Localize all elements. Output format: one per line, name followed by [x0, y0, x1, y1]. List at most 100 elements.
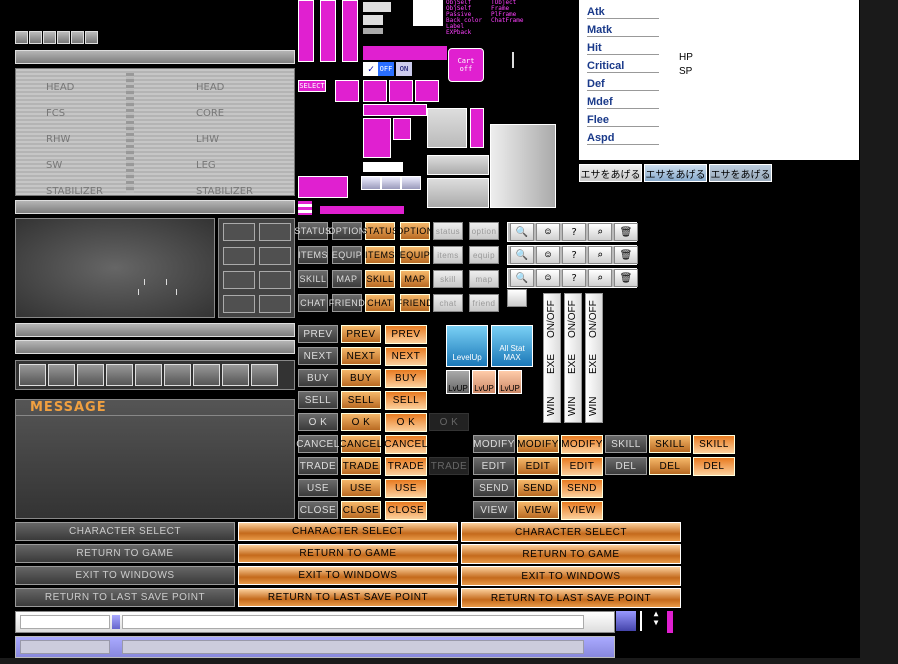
grid-cell[interactable]: [259, 295, 291, 313]
chat-target-input[interactable]: [20, 615, 110, 629]
chat-message-input[interactable]: [122, 615, 584, 629]
menu-equip-button[interactable]: equip: [469, 246, 499, 264]
search-icon[interactable]: ⌕: [588, 223, 612, 241]
trade-button[interactable]: TRADE: [298, 457, 338, 475]
return-to-game-button[interactable]: RETURN TO GAME: [238, 544, 458, 563]
next-button[interactable]: NEXT: [341, 347, 381, 365]
trade-button[interactable]: TRADE: [385, 457, 427, 476]
trash-icon[interactable]: 🗑: [614, 269, 638, 287]
mail-icon[interactable]: [335, 80, 359, 102]
exit-to-windows-button[interactable]: EXIT TO WINDOWS: [461, 566, 681, 586]
hotbar-slot[interactable]: [135, 364, 162, 386]
check-icon[interactable]: ✓: [363, 62, 379, 76]
grid-cell[interactable]: [223, 247, 255, 265]
search-icon[interactable]: ⌕: [588, 269, 612, 287]
trash-icon[interactable]: 🗑: [614, 246, 638, 264]
lvup-button[interactable]: LvUP: [446, 370, 470, 394]
on-toggle[interactable]: ON: [396, 62, 412, 76]
slot[interactable]: [15, 31, 28, 44]
view-button[interactable]: VIEW: [473, 501, 515, 519]
character-select-button[interactable]: CHARACTER SELECT: [461, 522, 681, 542]
face-icon[interactable]: ☺: [536, 269, 560, 287]
return-to-game-button[interactable]: RETURN TO GAME: [15, 544, 235, 563]
grid-cell[interactable]: [259, 223, 291, 241]
search-doc-icon[interactable]: 🔍: [510, 223, 534, 241]
prev-button[interactable]: PREV: [298, 325, 338, 343]
etc-button[interactable]: [320, 0, 336, 62]
menu-items-button[interactable]: ITEMS: [365, 246, 395, 264]
feed-button[interactable]: エサをあげる: [579, 164, 642, 182]
vertical-toggle-strip[interactable]: ON/OFF EXE WIN: [585, 293, 603, 423]
slot[interactable]: [85, 31, 98, 44]
prev-button[interactable]: PREV: [341, 325, 381, 343]
hotbar-slot[interactable]: [222, 364, 249, 386]
menu-map-button[interactable]: MAP: [400, 270, 430, 288]
face-icon[interactable]: ☺: [536, 223, 560, 241]
menu-status-button[interactable]: STATUS: [294, 222, 331, 240]
hotbar-slot[interactable]: [19, 364, 46, 386]
ok-button[interactable]: O K: [341, 413, 381, 431]
menu-equip-button[interactable]: EQUIP: [400, 246, 430, 264]
menu-chat-button[interactable]: CHAT: [365, 294, 395, 312]
search-doc-icon[interactable]: 🔍: [510, 246, 534, 264]
send-button[interactable]: SEND: [561, 479, 603, 498]
chat-message-input[interactable]: [122, 640, 584, 654]
grid-cell[interactable]: [223, 223, 255, 241]
levelup-icon[interactable]: LevelUp: [446, 325, 488, 367]
grid-cell[interactable]: [223, 271, 255, 289]
arrow-down-button[interactable]: [381, 176, 401, 190]
sell-button[interactable]: SELL: [385, 391, 427, 410]
sell-button[interactable]: SELL: [298, 391, 338, 409]
menu-skill-button[interactable]: SKILL: [365, 270, 395, 288]
exit-to-windows-button[interactable]: EXIT TO WINDOWS: [238, 566, 458, 585]
del-button[interactable]: DEL: [649, 457, 691, 475]
skill-button[interactable]: SKILL: [605, 435, 647, 453]
menu-items-button[interactable]: items: [433, 246, 463, 264]
hotbar-slot[interactable]: [48, 364, 75, 386]
menu-status-button[interactable]: status: [433, 222, 463, 240]
del-button[interactable]: DEL: [605, 457, 647, 475]
vertical-toggle-strip[interactable]: ON/OFF EXE WIN: [564, 293, 582, 423]
help-icon[interactable]: ?: [562, 246, 586, 264]
return-to-game-button[interactable]: RETURN TO GAME: [461, 544, 681, 564]
money-bag-icon[interactable]: [415, 80, 439, 102]
side-arrows[interactable]: [470, 108, 484, 148]
skill-button[interactable]: SKILL: [693, 435, 735, 454]
menu-option-button[interactable]: OPTION: [328, 222, 365, 240]
next-button[interactable]: NEXT: [385, 347, 427, 366]
menu-option-button[interactable]: option: [469, 222, 499, 240]
doc-icon[interactable]: [363, 80, 387, 102]
chat-mode-button[interactable]: [616, 611, 636, 631]
arrow-down-button[interactable]: [361, 176, 381, 190]
edit-button[interactable]: EDIT: [561, 457, 603, 476]
etc-button[interactable]: [342, 0, 358, 62]
lvup-button[interactable]: LvUP: [498, 370, 522, 394]
use-button[interactable]: USE: [385, 479, 427, 498]
grid-cell[interactable]: [259, 247, 291, 265]
use-button[interactable]: USE: [298, 479, 338, 497]
skill-button[interactable]: SKILL: [649, 435, 691, 453]
search-icon[interactable]: ⌕: [588, 246, 612, 264]
vertical-toggle-strip[interactable]: ON/OFF EXE WIN: [543, 293, 561, 423]
modify-button[interactable]: MODIFY: [517, 435, 559, 453]
scroll-arrows[interactable]: [363, 104, 427, 116]
up-down-arrows[interactable]: ▲ ▼: [650, 609, 662, 631]
off-toggle[interactable]: OFF: [378, 62, 394, 76]
view-button[interactable]: VIEW: [561, 501, 603, 520]
grid-cell[interactable]: [223, 295, 255, 313]
edit-button[interactable]: EDIT: [473, 457, 515, 475]
icon-grid[interactable]: [298, 176, 348, 198]
scroll-arrows[interactable]: [393, 118, 411, 140]
buy-button[interactable]: BUY: [341, 369, 381, 387]
help-icon[interactable]: ?: [562, 269, 586, 287]
send-button[interactable]: SEND: [517, 479, 559, 497]
menu-option-button[interactable]: OPTION: [396, 222, 433, 240]
help-icon[interactable]: ?: [562, 223, 586, 241]
close-button[interactable]: CLOSE: [385, 501, 427, 520]
exit-to-windows-button[interactable]: EXIT TO WINDOWS: [15, 566, 235, 585]
modify-button[interactable]: MODIFY: [473, 435, 515, 453]
del-button[interactable]: DEL: [693, 457, 735, 476]
ok-button[interactable]: O K: [298, 413, 338, 431]
slot[interactable]: [57, 31, 70, 44]
cart-off-button[interactable]: Cart off: [448, 48, 484, 82]
